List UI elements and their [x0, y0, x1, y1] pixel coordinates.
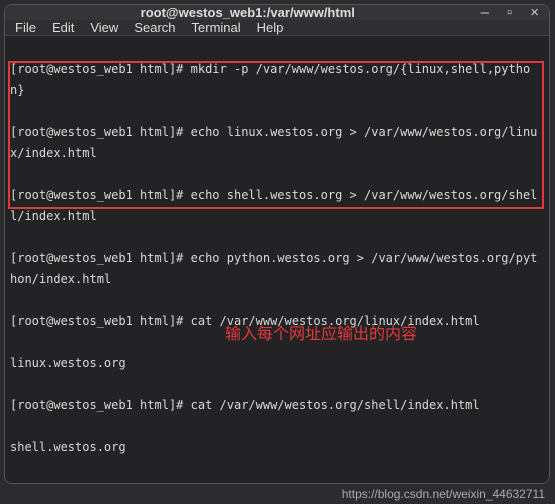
menubar: File Edit View Search Terminal Help	[5, 20, 549, 36]
menu-search[interactable]: Search	[134, 20, 175, 35]
minimize-button[interactable]: –	[481, 5, 489, 20]
term-line: shell.westos.org	[10, 437, 544, 458]
term-line: linux.westos.org	[10, 353, 544, 374]
close-button[interactable]: ×	[530, 5, 539, 20]
annotation-text: 输入每个网址应输出的内容	[225, 324, 417, 345]
menu-view[interactable]: View	[90, 20, 118, 35]
term-line: [root@westos_web1 html]# cat /var/www/we…	[10, 395, 544, 416]
term-line: [root@westos_web1 html]# echo python.wes…	[10, 248, 544, 290]
term-line: [root@westos_web1 html]# echo linux.west…	[10, 122, 544, 164]
menu-terminal[interactable]: Terminal	[192, 20, 241, 35]
titlebar[interactable]: root@westos_web1:/var/www/html – ▫ ×	[5, 5, 549, 20]
maximize-button[interactable]: ▫	[507, 5, 512, 20]
term-line: [root@westos_web1 html]# cat /var/www/we…	[10, 479, 544, 484]
term-line: [root@westos_web1 html]# mkdir -p /var/w…	[10, 59, 544, 101]
terminal-window: root@westos_web1:/var/www/html – ▫ × Fil…	[4, 4, 550, 484]
window-title: root@westos_web1:/var/www/html	[15, 5, 481, 20]
term-line: [root@westos_web1 html]# echo shell.west…	[10, 185, 544, 227]
menu-help[interactable]: Help	[257, 20, 284, 35]
watermark: https://blog.csdn.net/weixin_44632711	[342, 487, 545, 501]
menu-file[interactable]: File	[15, 20, 36, 35]
menu-edit[interactable]: Edit	[52, 20, 74, 35]
window-controls: – ▫ ×	[481, 5, 539, 20]
terminal-body[interactable]: [root@westos_web1 html]# mkdir -p /var/w…	[5, 36, 549, 484]
